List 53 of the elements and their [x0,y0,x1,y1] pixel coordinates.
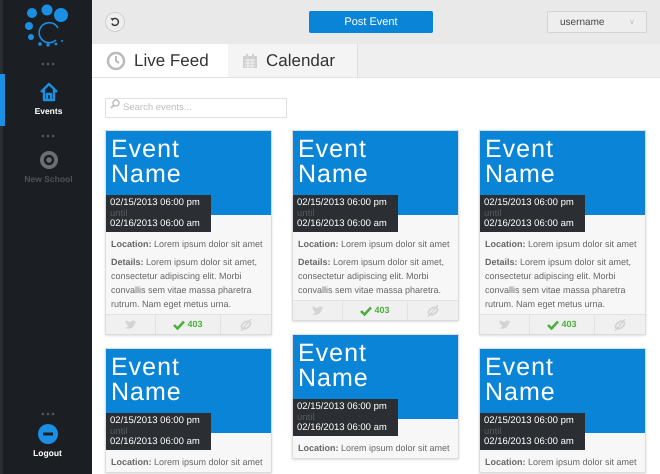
more-dots-icon [40,134,54,138]
search-icon [110,99,120,109]
end-time: 02/16/2013 06:00 am [484,436,575,448]
link-icon [239,318,253,330]
end-time: 02/16/2013 06:00 am [484,218,575,230]
event-title: Event Name [298,137,370,187]
refresh-button[interactable] [105,12,125,32]
start-time: 02/15/2013 06:00 pm [110,415,201,427]
event-info: Details: Lorem ipsum dolor sit amet, consectetur adipiscing elit. Morbi convallis sem vitae massa pharetra rutrum. Nam eget metus urna. [111,256,258,311]
tab[interactable]: Calendar [228,44,358,77]
event-info: Location: Lorem ipsum dolor sit amet [111,456,264,469]
event-title: Event Name [298,341,370,391]
bird-icon [498,320,510,330]
minus-circle-icon [38,424,58,444]
start-time: 02/15/2013 06:00 pm [110,197,201,209]
end-time: 02/16/2013 06:00 am [297,422,388,434]
check-icon [360,306,372,316]
event-title: Event Name [485,355,557,405]
logout-button[interactable]: Logout [3,416,92,474]
post-event-button[interactable]: Post Event [309,11,433,33]
start-time: 02/15/2013 06:00 pm [484,197,575,209]
tab[interactable]: Live Feed [92,44,228,77]
event-info: Location: Lorem ipsum dolor sit amet [298,442,451,455]
link-icon [426,304,440,316]
event-info: Details: Lorem ipsum dolor sit amet, consectetur adipiscing elit. Morbi convallis sem vitae massa pharetra rutrum. Nam eget metus urna. [485,256,632,311]
event-title: Event Name [111,355,183,405]
event-info: Location: Lorem ipsum dolor sit amet [298,238,451,251]
start-time: 02/15/2013 06:00 pm [297,401,388,413]
end-time: 02/16/2013 06:00 am [110,436,201,448]
event-title: Event Name [111,137,183,187]
end-time: 02/16/2013 06:00 am [297,218,388,230]
home-icon [38,82,58,102]
bird-icon [312,306,324,316]
refresh-icon [110,17,120,27]
link-icon [613,318,627,330]
event-info: Location: Lorem ipsum dolor sit amet [485,456,638,469]
event-info: Location: Lorem ipsum dolor sit amet [485,238,638,251]
event-info: Details: Lorem ipsum dolor sit amet, consectetur adipiscing elit. Morbi convallis sem vitae massa pharetra. [298,256,446,297]
start-time: 02/15/2013 06:00 pm [297,197,388,209]
end-time: 02/16/2013 06:00 am [110,218,201,230]
more-dots-icon [40,412,54,416]
event-title: Event Name [485,137,557,187]
more-dots-icon [40,62,54,66]
sidebar-item[interactable]: Events [0,74,92,126]
event-info: Location: Lorem ipsum dolor sit amet [111,238,264,251]
search-field[interactable]: Search events... [105,98,287,118]
bird-icon [124,320,136,330]
ring-icon [38,150,58,170]
start-time: 02/15/2013 06:00 pm [484,415,575,427]
check-icon [547,320,560,330]
calendar-icon [242,52,258,68]
clock-icon [106,50,126,70]
check-icon [173,320,186,330]
